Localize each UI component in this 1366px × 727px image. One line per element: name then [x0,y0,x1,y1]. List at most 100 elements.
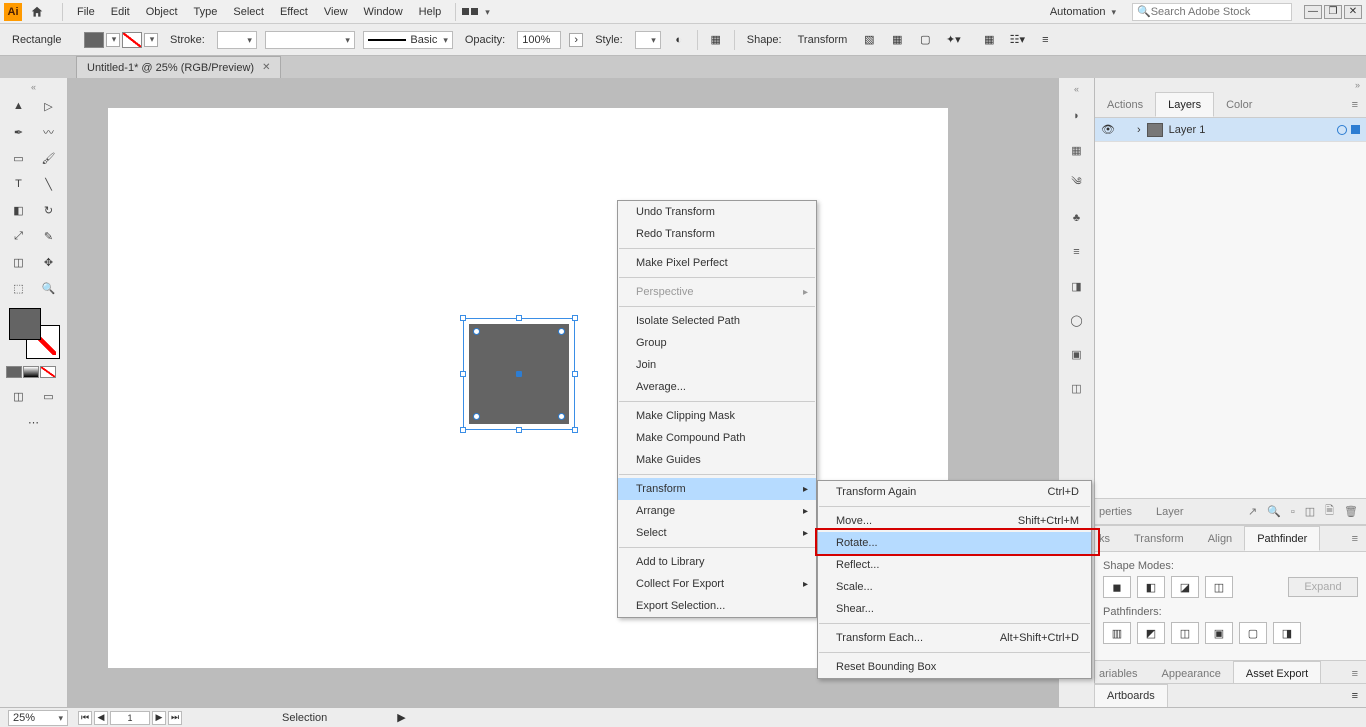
dock-symbols-icon[interactable]: ♣ [1065,206,1089,230]
artboard-tool[interactable]: ⬚ [5,276,33,300]
zoom-field[interactable]: 25% [8,710,68,726]
crop-icon[interactable]: ▢ [915,30,935,50]
eyedropper-tool[interactable]: ✎ [35,224,63,248]
menu-item-make-guides[interactable]: Make Guides [618,449,816,471]
search-stock-input[interactable] [1151,6,1287,18]
menu-item-rotate-[interactable]: Rotate... [818,532,1091,554]
brush-definition[interactable]: Basic [363,31,453,49]
pixel-grid-icon[interactable]: ▦ [887,30,907,50]
gradient-mode-icon[interactable] [23,366,39,378]
edit-toolbar[interactable]: ⋯ [5,410,63,434]
direct-selection-tool[interactable]: ▷ [35,94,63,118]
pen-tool[interactable]: ✒ [5,120,33,144]
tab-color[interactable]: Color [1214,92,1264,117]
expand-button[interactable]: Expand [1288,577,1358,597]
menu-item-add-to-library[interactable]: Add to Library [618,551,816,573]
tab-artboards[interactable]: Artboards [1094,684,1168,707]
workspace-switcher-icon[interactable] [462,6,496,18]
fill-stroke-control[interactable] [9,308,59,358]
divide-button[interactable]: ▥ [1103,622,1131,644]
opacity-dropdown[interactable]: › [569,33,583,47]
line-tool[interactable]: ╲ [35,172,63,196]
first-artboard-button[interactable]: ⏮ [78,711,92,725]
dock-transparency-icon[interactable]: ◯ [1065,308,1089,332]
menu-item-arrange[interactable]: Arrange [618,500,816,522]
isolate-icon[interactable]: ▧ [859,30,879,50]
minus-back-button[interactable]: ◨ [1273,622,1301,644]
fill-dropdown[interactable] [106,33,120,47]
dock-graphic-styles-icon[interactable]: ◫ [1065,376,1089,400]
stroke-profile-field[interactable] [265,31,355,49]
dock-appearance-icon[interactable]: ▣ [1065,342,1089,366]
handle-tm[interactable] [516,315,522,321]
menu-item-scale-[interactable]: Scale... [818,576,1091,598]
tab-properties[interactable]: perties [1095,499,1144,524]
style-field[interactable] [635,31,661,49]
menu-item-export-selection-[interactable]: Export Selection... [618,595,816,617]
rectangle-tool[interactable]: ▭ [5,146,33,170]
intersect-button[interactable]: ◪ [1171,576,1199,598]
stroke-weight-field[interactable] [217,31,257,49]
crop-button[interactable]: ▣ [1205,622,1233,644]
tab-pathfinder[interactable]: Pathfinder [1244,526,1320,551]
eraser-tool[interactable]: ◧ [5,198,33,222]
tab-actions[interactable]: Actions [1095,92,1155,117]
anchor-tl[interactable] [473,328,480,335]
fill-box[interactable] [9,308,41,340]
home-icon[interactable] [28,3,46,21]
menu-item-make-pixel-perfect[interactable]: Make Pixel Perfect [618,252,816,274]
automation-dropdown[interactable]: Automation [1042,4,1124,20]
handle-br[interactable] [572,427,578,433]
document-tab[interactable]: Untitled-1* @ 25% (RGB/Preview) ✕ [76,56,281,78]
menu-object[interactable]: Object [138,4,186,20]
curvature-tool[interactable]: 〰 [35,120,63,144]
panel-menu-artboards[interactable]: ≡ [1344,684,1366,707]
menu-select[interactable]: Select [225,4,272,20]
rotate-tool[interactable]: ↻ [35,198,63,222]
outline-button[interactable]: ▢ [1239,622,1267,644]
panel-menu-2[interactable]: ≡ [1344,526,1366,551]
menu-view[interactable]: View [316,4,356,20]
tab-links-partial[interactable]: ks [1095,526,1122,551]
menu-item-reflect-[interactable]: Reflect... [818,554,1091,576]
transform-link[interactable]: Transform [794,34,852,46]
none-mode-icon[interactable] [40,366,56,378]
drawing-mode-icon[interactable]: ◫ [5,384,33,408]
menu-item-make-clipping-mask[interactable]: Make Clipping Mask [618,405,816,427]
shape-link[interactable]: Shape: [743,34,786,46]
new-layer-icon[interactable]: 🗎 [1325,502,1334,521]
menu-item-group[interactable]: Group [618,332,816,354]
menu-item-reset-bounding-box[interactable]: Reset Bounding Box [818,656,1091,678]
menu-edit[interactable]: Edit [103,4,138,20]
fill-swatch[interactable] [84,32,104,48]
close-tab-icon[interactable]: ✕ [262,62,270,73]
tab-layers[interactable]: Layers [1155,92,1214,117]
target-icon[interactable] [1337,125,1347,135]
prev-artboard-button[interactable]: ◀ [94,711,108,725]
handle-ml[interactable] [460,371,466,377]
exclude-button[interactable]: ◫ [1205,576,1233,598]
mask-icon[interactable]: ◫ [1305,505,1315,518]
anchor-bl[interactable] [473,413,480,420]
tab-align[interactable]: Align [1196,526,1244,551]
search-stock-field[interactable]: 🔍 [1132,3,1292,21]
menu-item-collect-for-export[interactable]: Collect For Export [618,573,816,595]
unite-button[interactable]: ◼ [1103,576,1131,598]
menu-item-make-compound-path[interactable]: Make Compound Path [618,427,816,449]
dock-color-icon[interactable]: ◗ [1065,104,1089,128]
arrange-docs-icon[interactable]: ▦ [979,30,999,50]
menu-type[interactable]: Type [186,4,226,20]
menu-item-transform-each-[interactable]: Transform Each...Alt+Shift+Ctrl+D [818,627,1091,649]
dock-swatches-icon[interactable]: ▦ [1065,138,1089,162]
recolor-icon[interactable]: ◐ [669,30,689,50]
visibility-icon[interactable]: 👁 [1101,123,1115,136]
dock-stroke-icon[interactable]: ≡ [1065,240,1089,264]
artboard-number[interactable]: 1 [110,711,150,725]
zoom-tool[interactable]: 🔍 [35,276,63,300]
panel-menu-icon[interactable]: ≡ [1035,30,1055,50]
stroke-dropdown[interactable] [144,33,158,47]
delete-icon[interactable]: 🗑 [1344,505,1358,518]
last-artboard-button[interactable]: ⏭ [168,711,182,725]
prefs-icon[interactable]: ☷▾ [1007,30,1027,50]
panel-menu-1[interactable]: ≡ [1344,92,1366,117]
